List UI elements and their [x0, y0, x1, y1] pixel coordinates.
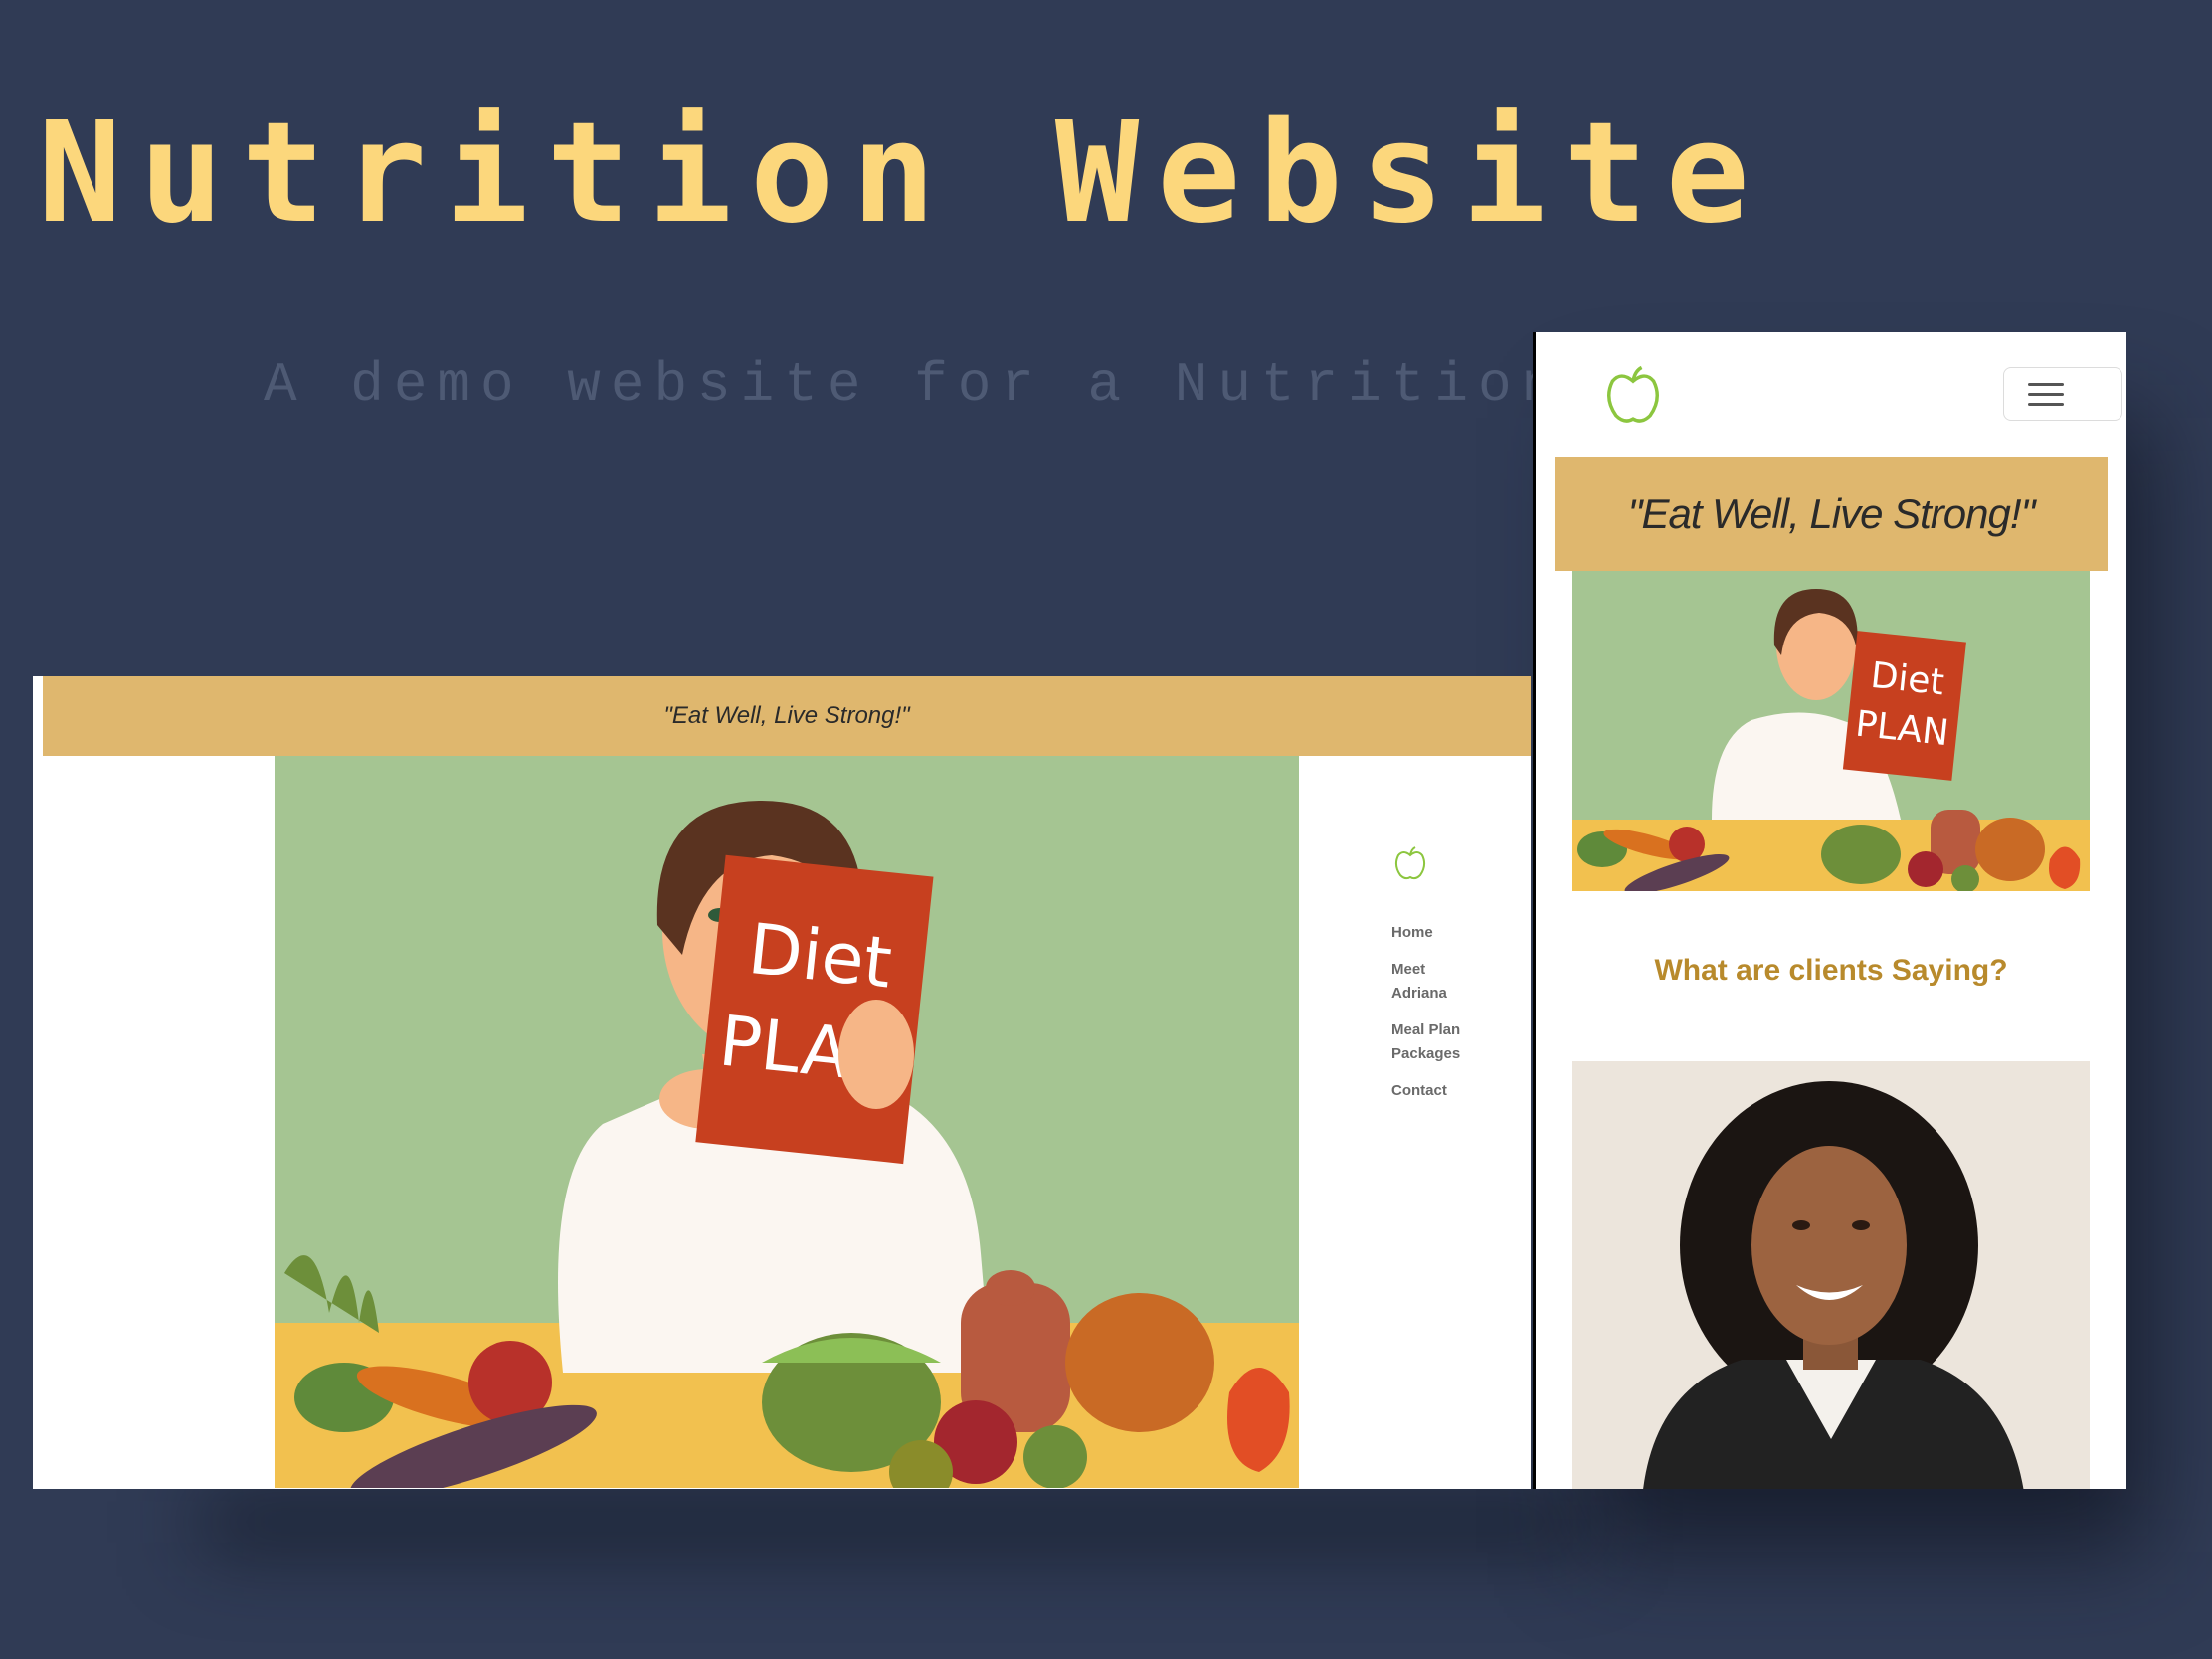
- mobile-hero-illustration: Diet PLAN: [1572, 571, 2090, 891]
- hamburger-menu-icon: [2028, 383, 2064, 386]
- desktop-screenshot: "Eat Well, Live Strong!" Diet PLAN Home …: [33, 676, 1531, 1489]
- page-subtitle: A demo website for a Nutritionist.: [264, 353, 1739, 417]
- desktop-sign-line1: Diet: [745, 908, 896, 1005]
- nav-item-home[interactable]: Home: [1391, 921, 1511, 945]
- desktop-nav-list: Home Meet Adriana Meal Plan Packages Con…: [1391, 921, 1511, 1116]
- mobile-screenshot: "Eat Well, Live Strong!" Diet PLAN What …: [1533, 332, 2126, 1489]
- hamburger-bar: [2028, 393, 2064, 396]
- page-title: Nutrition Website: [38, 92, 1767, 255]
- apple-logo-icon[interactable]: [1603, 364, 1663, 426]
- mobile-banner-quote: "Eat Well, Live Strong!": [1627, 489, 2036, 537]
- hamburger-menu-button[interactable]: [2003, 367, 2122, 421]
- mobile-sign-line1: Diet: [1869, 655, 1946, 704]
- nav-item-meal-plan-packages[interactable]: Meal Plan Packages: [1391, 1018, 1466, 1066]
- nav-item-meet-adriana[interactable]: Meet Adriana: [1391, 958, 1466, 1006]
- testimonials-heading: What are clients Saying?: [1654, 954, 2008, 987]
- apple-logo-icon[interactable]: [1393, 845, 1427, 881]
- desktop-hero-illustration: Diet PLAN: [275, 756, 1299, 1488]
- desktop-banner-quote: "Eat Well, Live Strong!": [663, 702, 910, 729]
- hamburger-bar: [2028, 403, 2064, 406]
- desktop-shadow: [199, 1492, 1591, 1552]
- client-photo: [1572, 1061, 2090, 1489]
- nav-item-contact[interactable]: Contact: [1391, 1079, 1511, 1103]
- desktop-quote-banner: "Eat Well, Live Strong!": [43, 676, 1531, 756]
- mobile-quote-banner: "Eat Well, Live Strong!": [1555, 457, 2108, 571]
